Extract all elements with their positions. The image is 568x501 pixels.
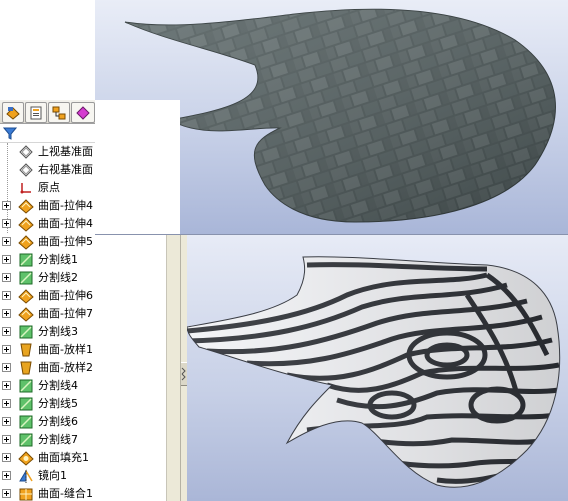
tree-item[interactable]: 曲面-拉伸7 <box>0 305 180 323</box>
tree-item-label: 右视基准面 <box>38 163 93 176</box>
tree-item-label: 曲面填充1 <box>38 451 89 464</box>
tree-item-label: 曲面-拉伸4 <box>38 217 93 230</box>
origin-icon <box>18 180 34 196</box>
tree-item[interactable]: 镜向1 <box>0 467 180 485</box>
expand-toggle[interactable] <box>2 273 11 282</box>
tree-item[interactable]: 分割线7 <box>0 431 180 449</box>
tree-item[interactable]: 曲面-放样1 <box>0 341 180 359</box>
tree-item[interactable]: 分割线4 <box>0 377 180 395</box>
mirror-icon <box>18 468 34 484</box>
tree-item-label: 分割线6 <box>38 415 78 428</box>
tree-item[interactable]: 分割线1 <box>0 251 180 269</box>
configuration-manager-tab[interactable] <box>48 102 70 123</box>
tree-item[interactable]: 曲面-拉伸6 <box>0 287 180 305</box>
surface-extrude-icon <box>18 306 34 322</box>
split-line-icon <box>18 378 34 394</box>
tree-scrollbar[interactable] <box>166 235 181 501</box>
expand-toggle[interactable] <box>2 219 11 228</box>
surface-extrude-icon <box>18 234 34 250</box>
expand-toggle[interactable] <box>2 345 11 354</box>
display-manager-tab[interactable] <box>71 102 95 123</box>
tree-item-label: 曲面-拉伸4 <box>38 199 93 212</box>
expand-toggle[interactable] <box>2 489 11 498</box>
tree-item-label: 分割线7 <box>38 433 78 446</box>
graphics-viewport-zebra[interactable] <box>187 235 568 501</box>
tree-item-label: 镜向1 <box>38 469 67 482</box>
tree-item-label: 曲面-拉伸5 <box>38 235 93 248</box>
split-line-icon <box>18 252 34 268</box>
tree-item-label: 分割线1 <box>38 253 78 266</box>
split-line-icon <box>18 432 34 448</box>
surface-loft-icon <box>18 360 34 376</box>
tree-item-label: 曲面-拉伸6 <box>38 289 93 302</box>
surface-knit-icon <box>18 486 34 501</box>
tree-item-label: 原点 <box>38 181 60 194</box>
filter-row[interactable] <box>0 124 95 143</box>
tree-item[interactable]: 原点 <box>0 179 180 197</box>
expand-toggle[interactable] <box>2 471 11 480</box>
plane-icon <box>18 162 34 178</box>
tree-item[interactable]: 分割线3 <box>0 323 180 341</box>
split-line-icon <box>18 324 34 340</box>
tree-item[interactable]: 分割线2 <box>0 269 180 287</box>
filter-icon[interactable] <box>3 126 17 140</box>
tree-item[interactable]: 曲面填充1 <box>0 449 180 467</box>
expand-toggle[interactable] <box>2 417 11 426</box>
tree-item[interactable]: 曲面-放样2 <box>0 359 180 377</box>
tree-item-label: 曲面-放样1 <box>38 343 93 356</box>
configuration-manager-icon <box>52 106 66 119</box>
tree-item-label: 曲面-放样2 <box>38 361 93 374</box>
expand-toggle[interactable] <box>2 453 11 462</box>
split-line-icon <box>18 414 34 430</box>
tree-item[interactable]: 曲面-缝合1 <box>0 485 180 501</box>
expand-toggle[interactable] <box>2 291 11 300</box>
property-manager-tab[interactable] <box>25 102 47 123</box>
expand-toggle[interactable] <box>2 435 11 444</box>
feature-tree-tab[interactable] <box>2 102 24 123</box>
feature-tree-icon <box>6 106 20 120</box>
panel-tab-bar <box>0 100 95 124</box>
tree-item-label: 分割线5 <box>38 397 78 410</box>
split-line-icon <box>18 396 34 412</box>
property-manager-icon <box>30 106 42 119</box>
zebra-stripe-surface-model <box>187 256 561 488</box>
tree-item[interactable]: 上视基准面 <box>0 143 180 161</box>
tree-item[interactable]: 曲面-拉伸5 <box>0 233 180 251</box>
display-manager-icon <box>76 105 90 120</box>
tree-item-label: 分割线2 <box>38 271 78 284</box>
tree-item[interactable]: 曲面-拉伸4 <box>0 197 180 215</box>
surface-loft-icon <box>18 342 34 358</box>
expand-toggle[interactable] <box>2 327 11 336</box>
expand-toggle[interactable] <box>2 363 11 372</box>
surface-extrude-icon <box>18 198 34 214</box>
surface-extrude-icon <box>18 288 34 304</box>
expand-toggle[interactable] <box>2 201 11 210</box>
expand-toggle[interactable] <box>2 255 11 264</box>
tree-item-label: 曲面-拉伸7 <box>38 307 93 320</box>
tree-item-label: 分割线3 <box>38 325 78 338</box>
blank-area <box>0 0 95 100</box>
tree-item-label: 分割线4 <box>38 379 78 392</box>
split-line-icon <box>18 270 34 286</box>
tree-item[interactable]: 曲面-拉伸4 <box>0 215 180 233</box>
tree-item-label: 曲面-缝合1 <box>38 487 93 500</box>
expand-toggle[interactable] <box>2 237 11 246</box>
surface-fill-icon <box>18 450 34 466</box>
surface-extrude-icon <box>18 216 34 232</box>
tree-item[interactable]: 分割线6 <box>0 413 180 431</box>
tree-item[interactable]: 分割线5 <box>0 395 180 413</box>
feature-manager-panel: 上视基准面右视基准面原点曲面-拉伸4 曲面-拉伸4 曲面-拉伸5 分割线1 分割线2 曲面… <box>0 100 180 501</box>
tree-item-label: 上视基准面 <box>38 145 93 158</box>
tree-item[interactable]: 右视基准面 <box>0 161 180 179</box>
expand-toggle[interactable] <box>2 309 11 318</box>
expand-toggle[interactable] <box>2 399 11 408</box>
expand-toggle[interactable] <box>2 381 11 390</box>
plane-icon <box>18 144 34 160</box>
